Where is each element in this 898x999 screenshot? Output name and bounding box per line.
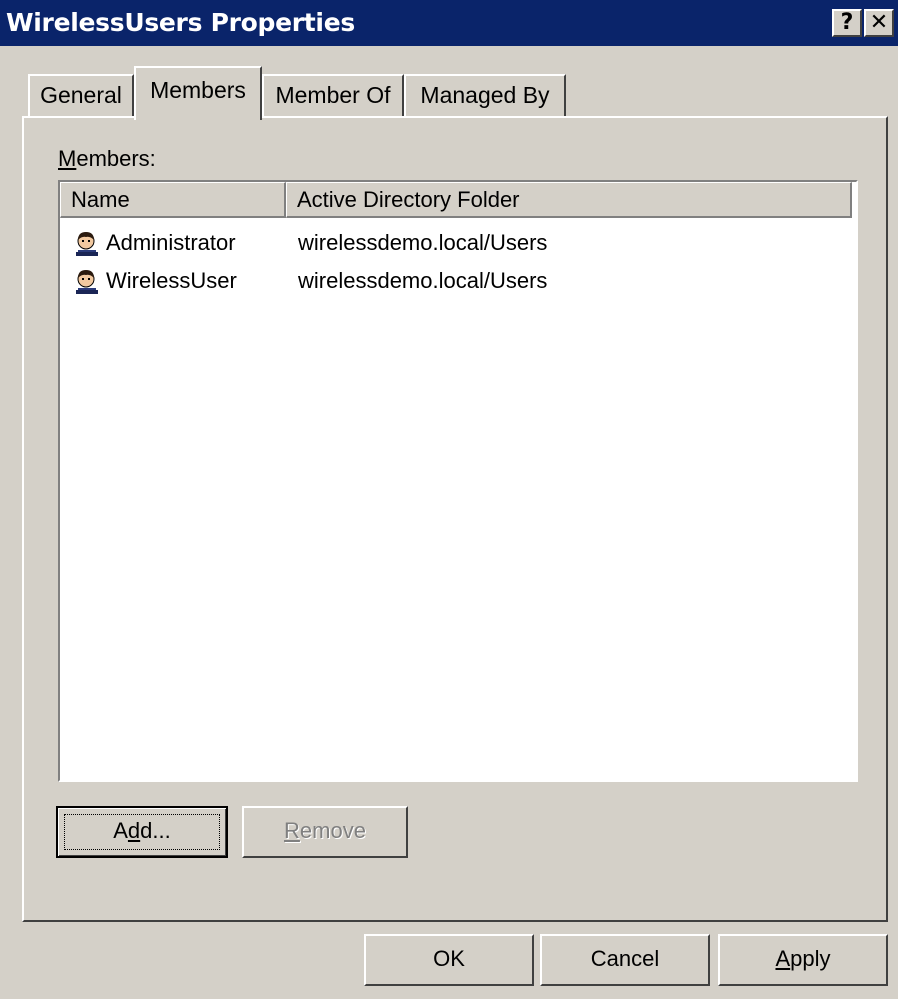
members-label-text: embers: xyxy=(76,146,156,171)
member-folder: wirelessdemo.local/Users xyxy=(298,230,548,255)
close-button[interactable]: ✕ xyxy=(864,9,894,37)
user-icon xyxy=(72,230,100,258)
window-title: WirelessUsers Properties xyxy=(6,8,355,37)
members-label-mnemonic: M xyxy=(58,146,77,171)
apply-label-rest: pply xyxy=(790,946,831,971)
close-icon: ✕ xyxy=(869,10,889,35)
members-label: Members: xyxy=(58,146,156,172)
user-icon xyxy=(72,268,100,296)
member-folder: wirelessdemo.local/Users xyxy=(298,268,548,293)
add-button[interactable]: Add... xyxy=(56,806,228,858)
list-item[interactable]: WirelessUser wirelessdemo.local/Users xyxy=(60,264,856,302)
column-header-name[interactable]: Name xyxy=(60,182,286,218)
help-icon: ? xyxy=(840,10,854,35)
focus-rectangle xyxy=(64,814,220,850)
list-item[interactable]: Administrator wirelessdemo.local/Users xyxy=(60,226,856,264)
tab-members[interactable]: Members xyxy=(134,66,262,120)
tab-member-of[interactable]: Member Of xyxy=(262,74,404,118)
members-list[interactable]: Name Active Directory Folder Administrat… xyxy=(58,180,858,782)
tab-general[interactable]: General xyxy=(28,74,134,118)
remove-label-mnemonic: R xyxy=(284,818,300,843)
member-name: Administrator xyxy=(106,230,236,255)
apply-button[interactable]: Apply xyxy=(718,934,888,986)
title-bar[interactable]: WirelessUsers Properties ? ✕ xyxy=(0,0,898,46)
list-header: Name Active Directory Folder xyxy=(60,182,856,220)
ok-button[interactable]: OK xyxy=(364,934,534,986)
remove-label-rest: emove xyxy=(299,818,366,843)
cancel-button[interactable]: Cancel xyxy=(540,934,710,986)
member-name: WirelessUser xyxy=(106,268,237,293)
tab-managed-by[interactable]: Managed By xyxy=(404,74,566,118)
apply-label-mnemonic: A xyxy=(775,946,791,971)
remove-button[interactable]: Remove xyxy=(242,806,408,858)
help-button[interactable]: ? xyxy=(832,9,862,37)
column-header-folder[interactable]: Active Directory Folder xyxy=(286,182,852,218)
